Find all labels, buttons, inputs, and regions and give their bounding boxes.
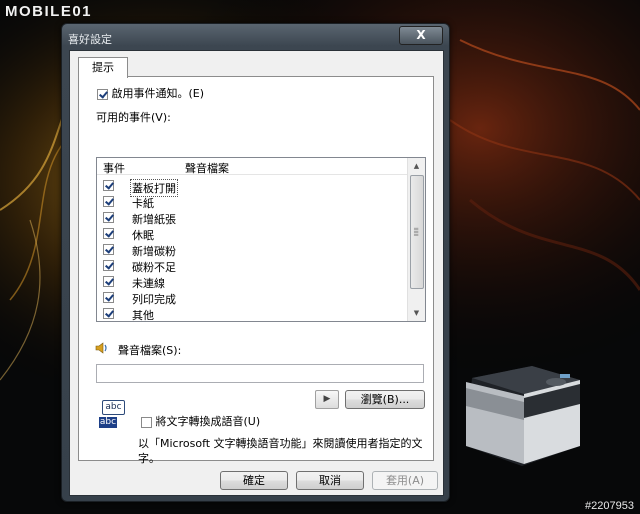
enable-notification-row[interactable]: 啟用事件通知。(E) (97, 85, 204, 101)
tts-row[interactable]: 將文字轉換成語音(U) (141, 413, 260, 429)
list-item[interactable]: 新增紙張 (101, 210, 401, 226)
enable-notification-label: 啟用事件通知。(E) (111, 87, 205, 100)
event-name: 休眠 (132, 229, 154, 242)
scroll-up-icon[interactable]: ▲ (408, 158, 425, 174)
event-checkbox[interactable] (103, 244, 114, 255)
list-item[interactable]: 其他 (101, 306, 401, 322)
event-checkbox[interactable] (103, 292, 114, 303)
event-name: 未連線 (132, 277, 165, 290)
sound-file-input[interactable] (96, 364, 424, 383)
event-checkbox[interactable] (103, 212, 114, 223)
event-name: 列印完成 (132, 293, 176, 306)
list-item[interactable]: 休眠 (101, 226, 401, 242)
tab-page: 啟用事件通知。(E) 可用的事件(V): 事件 聲音檔案 蓋板打開 卡紙 新增紙… (78, 76, 434, 465)
cancel-button[interactable]: 取消 (296, 471, 364, 490)
event-name: 新增紙張 (132, 213, 176, 226)
play-button[interactable]: ▶ (315, 390, 339, 409)
tts-icon-text-bottom: abc (99, 417, 117, 428)
close-button[interactable]: X (399, 26, 443, 45)
events-scrollbar[interactable]: ▲ ═ ═ ═ ▼ (407, 158, 425, 321)
event-checkbox[interactable] (103, 276, 114, 287)
list-item[interactable]: 列印完成 (101, 290, 401, 306)
title-bar[interactable]: 喜好設定 X (62, 24, 449, 48)
sound-file-label: 聲音檔案(S): (118, 344, 182, 357)
event-checkbox[interactable] (103, 308, 114, 319)
event-name: 新增碳粉 (132, 245, 176, 258)
event-name: 卡紙 (132, 197, 154, 210)
text-to-speech-icon: abc abc (99, 400, 125, 430)
tts-label: 將文字轉換成語音(U) (155, 415, 261, 428)
tts-icon-text-top: abc (102, 400, 125, 415)
event-checkbox[interactable] (103, 180, 114, 191)
scroll-down-icon[interactable]: ▼ (408, 305, 425, 321)
scroll-thumb[interactable]: ═ ═ ═ (410, 175, 424, 289)
column-sound-file[interactable]: 聲音檔案 (185, 160, 229, 176)
column-event[interactable]: 事件 (103, 160, 125, 176)
list-header: 事件 聲音檔案 (97, 158, 407, 175)
list-item[interactable]: 新增碳粉 (101, 242, 401, 258)
list-item[interactable]: 卡紙 (101, 194, 401, 210)
grip-icon: ═ ═ ═ (414, 225, 419, 239)
tab-notifications[interactable]: 提示 (78, 57, 128, 78)
ok-button[interactable]: 確定 (220, 471, 288, 490)
play-triangle-icon: ▶ (323, 394, 331, 404)
enable-notification-checkbox[interactable] (97, 88, 108, 100)
event-checkbox[interactable] (103, 196, 114, 207)
events-label: 可用的事件(V): (96, 111, 171, 124)
watermark: #2207953 (585, 500, 634, 512)
site-logo: MOBILE01 (5, 3, 93, 20)
list-item[interactable]: 蓋板打開 (101, 178, 401, 197)
dialog-client-area: 提示 啟用事件通知。(E) 可用的事件(V): 事件 聲音檔案 蓋板打開 卡紙 … (69, 50, 444, 496)
tts-checkbox[interactable] (141, 416, 152, 428)
browse-button[interactable]: 瀏覽(B)... (345, 390, 425, 409)
printer-image (466, 366, 580, 466)
event-name: 碳粉不足 (132, 261, 176, 274)
preferences-dialog: 喜好設定 X 提示 啟用事件通知。(E) 可用的事件(V): 事件 聲音檔案 蓋… (61, 23, 450, 502)
window-title: 喜好設定 (68, 33, 112, 46)
speaker-icon (95, 342, 107, 354)
event-checkbox[interactable] (103, 260, 114, 271)
list-item[interactable]: 未連線 (101, 274, 401, 290)
event-checkbox[interactable] (103, 228, 114, 239)
tts-description: 以「Microsoft 文字轉換語音功能」來閱讀使用者指定的文字。 (138, 437, 423, 465)
event-name: 其他 (132, 309, 154, 322)
events-list[interactable]: 事件 聲音檔案 蓋板打開 卡紙 新增紙張 休眠 新增碳粉 碳粉不足 未連線 列印… (96, 157, 426, 322)
list-item[interactable]: 碳粉不足 (101, 258, 401, 274)
apply-button[interactable]: 套用(A) (372, 471, 438, 490)
